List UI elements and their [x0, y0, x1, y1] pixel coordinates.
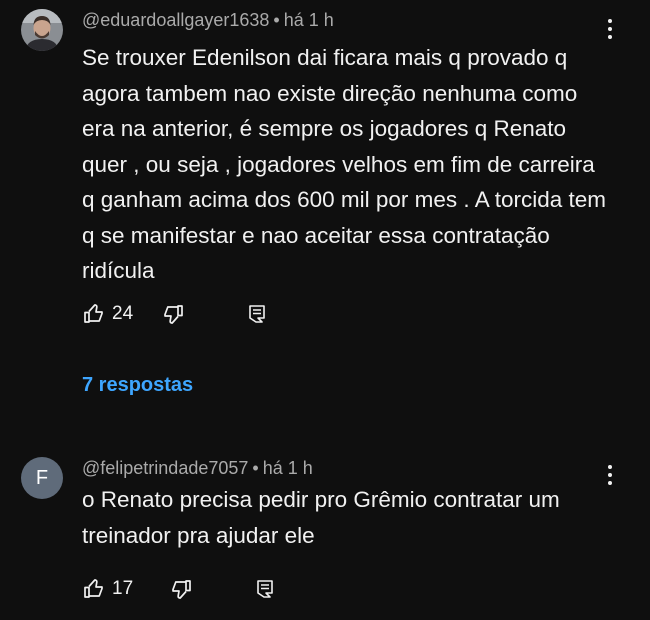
comment-time[interactable]: há 1 h [263, 458, 313, 478]
more-vert-icon-dot [608, 27, 612, 31]
meta-separator: • [252, 458, 259, 478]
reply-button[interactable] [254, 578, 276, 600]
like-count: 17 [112, 578, 134, 599]
author-handle[interactable]: @felipetrindade7057 [82, 458, 248, 478]
more-vert-icon [608, 465, 612, 469]
comment-text: Se trouxer Edenilson dai ficara mais q p… [82, 45, 607, 283]
reply-icon [257, 580, 273, 598]
comment-text: o Renato precisa pedir pro Grêmio contra… [82, 487, 560, 548]
like-button[interactable]: 24 [82, 302, 133, 326]
more-vert-icon-dot [608, 35, 612, 39]
comment-actions: 17 [82, 574, 276, 604]
thumbs-up-icon [84, 304, 103, 323]
view-replies-link[interactable]: 7 respostas [82, 374, 193, 397]
thumbs-down-icon [164, 305, 183, 324]
avatar[interactable] [21, 9, 63, 51]
comment-actions: 24 [82, 299, 268, 329]
like-button[interactable]: 17 [82, 577, 133, 601]
dislike-button[interactable] [169, 577, 193, 601]
comment-time[interactable]: há 1 h [284, 10, 334, 30]
comment-meta: @eduardoallgayer1638 • há 1 h [82, 10, 334, 31]
reply-button[interactable] [246, 303, 268, 325]
like-count: 24 [112, 303, 134, 324]
more-vert-icon [608, 19, 612, 23]
comment-meta: @felipetrindade7057 • há 1 h [82, 458, 313, 479]
user-photo-icon [21, 9, 63, 51]
thumbs-up-icon [84, 579, 103, 598]
more-vert-icon-dot [608, 473, 612, 477]
avatar[interactable]: F [21, 457, 63, 499]
meta-separator: • [273, 10, 280, 30]
author-handle[interactable]: @eduardoallgayer1638 [82, 10, 269, 30]
dislike-button[interactable] [161, 302, 185, 326]
thumbs-down-icon [172, 580, 191, 599]
reply-icon [249, 305, 265, 323]
